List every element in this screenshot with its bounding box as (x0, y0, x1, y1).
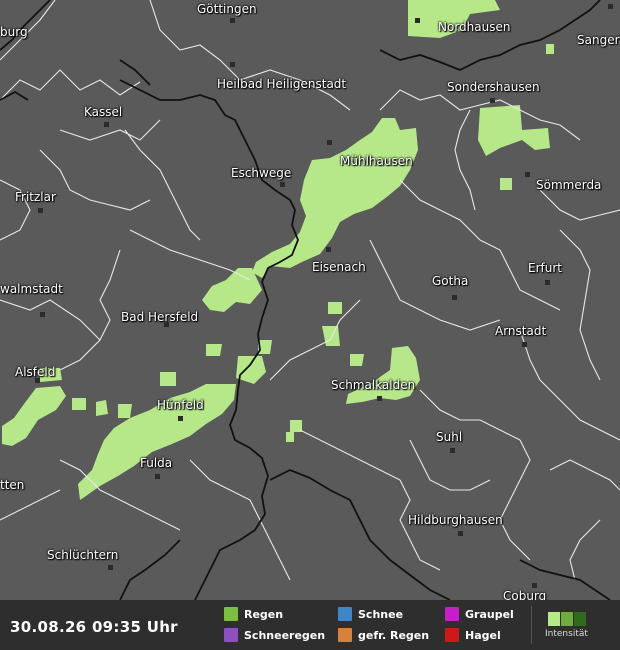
city-marker (104, 122, 109, 127)
legend-label: Regen (244, 607, 284, 621)
city-label: Erfurt (528, 261, 562, 275)
city-label: Schlüchtern (47, 548, 119, 562)
city-marker (415, 18, 420, 23)
city-label: Sondershausen (447, 80, 540, 94)
city-label: Sömmerda (536, 178, 602, 192)
rain-area (500, 178, 512, 190)
city-label: Alsfeld (15, 365, 56, 379)
city-label: walmstadt (0, 282, 63, 296)
rain-area (118, 404, 132, 418)
legend-label: Schneeregen (244, 628, 326, 642)
legend-swatch (445, 628, 459, 642)
intensity-scale: Intensität (545, 610, 615, 646)
city-label: Eisenach (312, 260, 366, 274)
city-label: Arnstadt (495, 324, 547, 338)
city-label: Eschwege (231, 166, 292, 180)
intensity-label: Intensität (545, 629, 588, 639)
city-marker (35, 378, 40, 383)
city-marker (230, 18, 235, 23)
legend-swatch (224, 628, 238, 642)
legend-swatch (445, 607, 459, 621)
city-marker (40, 312, 45, 317)
city-label: Hildburghausen (408, 513, 503, 527)
legend-item: gefr. Regen (338, 627, 429, 643)
legend-label: Schnee (358, 607, 404, 621)
city-marker (545, 280, 550, 285)
city-label: burg (0, 25, 28, 39)
city-label: Bad Hersfeld (121, 310, 199, 324)
city-marker (178, 416, 183, 421)
city-marker (326, 247, 331, 252)
city-marker (280, 182, 285, 187)
legend-item: Hagel (445, 627, 501, 643)
legend-swatch (338, 628, 352, 642)
legend-item: Schnee (338, 606, 403, 622)
legend-item: Schneeregen (224, 627, 325, 643)
city-label: Mühlhausen (340, 154, 413, 168)
intensity-swatch (561, 612, 573, 626)
city-label: tten (0, 478, 25, 492)
rain-area (72, 398, 86, 410)
city-label: Hünfeld (157, 398, 204, 412)
weather-map[interactable]: Göttingen Nordhausen Sanger burg Heilbad Hei… (0, 0, 620, 650)
city-label: Schmalkalden (331, 378, 416, 392)
legend-item: Graupel (445, 606, 514, 622)
city-marker (490, 98, 495, 103)
city-marker (532, 583, 537, 588)
city-marker (155, 474, 160, 479)
city-label: Heilbad Heiligenstadt (217, 77, 347, 91)
city-marker (608, 4, 613, 9)
city-marker (450, 448, 455, 453)
legend-label: Hagel (465, 628, 501, 642)
city-label: Fulda (140, 456, 173, 470)
rain-area (350, 354, 364, 366)
city-label: Kassel (84, 105, 123, 119)
rain-area (546, 44, 554, 54)
city-label: Göttingen (197, 2, 257, 16)
legend-separator (531, 606, 532, 644)
city-marker (164, 322, 169, 327)
city-label: Sanger (577, 33, 620, 47)
intensity-swatch (574, 612, 586, 626)
city-label: Fritzlar (15, 190, 56, 204)
intensity-swatch (548, 612, 560, 626)
city-marker (230, 62, 235, 67)
city-label: Suhl (436, 430, 463, 444)
legend-label: Graupel (465, 607, 514, 621)
city-marker (108, 565, 113, 570)
rain-area (328, 302, 342, 314)
city-marker (452, 295, 457, 300)
city-marker (525, 172, 530, 177)
timestamp: 30.08.26 09:35 Uhr (10, 618, 178, 636)
city-marker (327, 140, 332, 145)
rain-area (160, 372, 176, 386)
city-marker (377, 396, 382, 401)
city-label: Nordhausen (438, 20, 511, 34)
legend-bar: 30.08.26 09:35 Uhr Regen Schnee Graupel Sch… (0, 600, 620, 650)
city-label: Gotha (432, 274, 469, 288)
legend-swatch (224, 607, 238, 621)
rain-area (96, 400, 108, 416)
city-marker (458, 531, 463, 536)
legend-swatch (338, 607, 352, 621)
legend-label: gefr. Regen (358, 628, 430, 642)
city-marker (522, 342, 527, 347)
city-marker (38, 208, 43, 213)
legend-item: Regen (224, 606, 283, 622)
rain-area (286, 432, 294, 442)
rain-area (206, 344, 222, 356)
